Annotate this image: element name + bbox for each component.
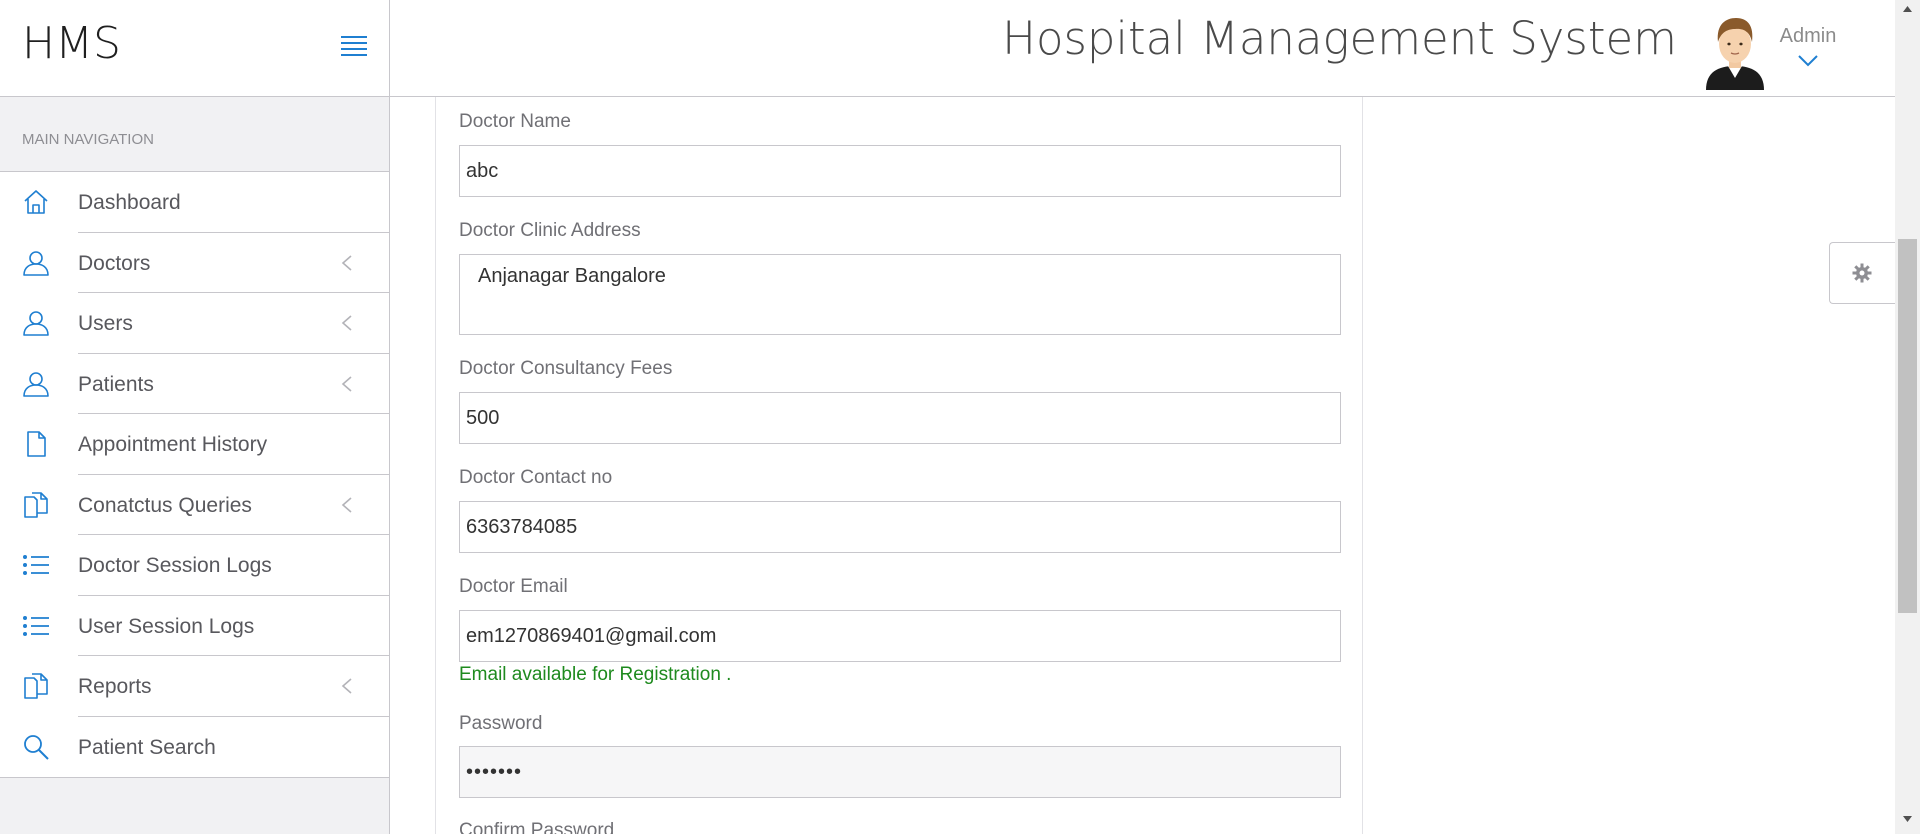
chevron-left-icon xyxy=(341,678,352,694)
user-icon xyxy=(23,311,49,336)
contact-no-input[interactable] xyxy=(459,501,1341,553)
sidebar-item-doctor-session-logs[interactable]: Doctor Session Logs xyxy=(0,535,389,596)
sidebar-item-label: Patients xyxy=(78,372,154,396)
sidebar-item-reports[interactable]: Reports xyxy=(0,656,389,717)
consultancy-fees-input[interactable] xyxy=(459,392,1341,444)
brand-bar: HMS xyxy=(0,0,390,97)
doctor-email-label: Doctor Email xyxy=(459,576,568,597)
chevron-left-icon xyxy=(341,315,352,331)
email-availability-status: Email available for Registration . xyxy=(459,664,732,685)
sidebar-item-label: Dashboard xyxy=(78,191,181,214)
confirm-password-label: Confirm Password xyxy=(459,820,615,834)
sidebar-item-label: Conatctus Queries xyxy=(78,493,252,517)
settings-toggle[interactable] xyxy=(1829,242,1895,304)
clinic-address-label: Doctor Clinic Address xyxy=(459,220,641,241)
scrollbar-thumb[interactable] xyxy=(1898,239,1917,613)
chevron-left-icon xyxy=(341,375,352,392)
sidebar: MAIN NAVIGATION Dashboard Doctors Users xyxy=(0,97,390,834)
sidebar-item-user-session-logs[interactable]: User Session Logs xyxy=(0,596,389,656)
doctor-name-input[interactable] xyxy=(459,145,1341,197)
sidebar-item-label: Appointment History xyxy=(78,433,268,456)
page-scrollbar[interactable] xyxy=(1895,0,1920,834)
doctor-email-input[interactable] xyxy=(459,610,1341,662)
password-input[interactable] xyxy=(459,746,1341,798)
password-label: Password xyxy=(459,713,543,734)
chevron-left-icon xyxy=(341,254,352,271)
sidebar-nav: Dashboard Doctors Users Patients Appoint… xyxy=(0,171,389,778)
sidebar-item-label: Doctors xyxy=(78,251,151,275)
main-content: Doctor Name Doctor Clinic Address Anjana… xyxy=(391,97,1895,834)
app-logo[interactable]: HMS xyxy=(22,18,121,69)
sidebar-item-contactus-queries[interactable]: Conatctus Queries xyxy=(0,475,389,535)
sidebar-item-label: Doctor Session Logs xyxy=(78,554,272,577)
files-icon xyxy=(24,673,48,699)
chevron-left-icon xyxy=(341,496,352,513)
sidebar-item-patients[interactable]: Patients xyxy=(0,354,389,414)
sidebar-item-label: User Session Logs xyxy=(78,614,255,638)
sidebar-item-label: Patient Search xyxy=(78,735,216,759)
consultancy-fees-label: Doctor Consultancy Fees xyxy=(459,358,673,379)
sidebar-item-label: Users xyxy=(78,312,133,335)
list-icon xyxy=(23,615,49,636)
scroll-up-arrow-icon[interactable] xyxy=(1903,6,1912,12)
sidebar-item-label: Reports xyxy=(78,675,152,698)
list-icon xyxy=(23,555,49,575)
form-panel xyxy=(435,97,1363,834)
home-icon xyxy=(24,190,48,214)
contact-no-label: Doctor Contact no xyxy=(459,467,613,488)
clinic-address-textarea[interactable]: Anjanagar Bangalore xyxy=(459,254,1341,335)
user-icon xyxy=(23,371,49,397)
chevron-down-icon[interactable] xyxy=(1796,52,1820,68)
scroll-down-arrow-icon[interactable] xyxy=(1903,816,1912,822)
user-icon xyxy=(23,250,49,276)
sidebar-item-users[interactable]: Users xyxy=(0,293,389,354)
user-name[interactable]: Admin xyxy=(1768,25,1848,48)
page-title: Hospital Management System xyxy=(1002,12,1677,65)
doctor-name-label: Doctor Name xyxy=(459,111,571,132)
sidebar-item-appointment-history[interactable]: Appointment History xyxy=(0,414,389,475)
hamburger-icon[interactable] xyxy=(340,35,368,57)
files-icon xyxy=(24,491,48,518)
search-icon xyxy=(24,734,49,760)
gear-icon xyxy=(1852,263,1872,283)
admin-avatar[interactable] xyxy=(1702,14,1768,90)
file-icon xyxy=(27,431,46,457)
sidebar-item-doctors[interactable]: Doctors xyxy=(0,233,389,293)
sidebar-item-dashboard[interactable]: Dashboard xyxy=(0,172,389,233)
top-navbar: Hospital Management System Admin xyxy=(390,0,1895,97)
sidebar-heading: MAIN NAVIGATION xyxy=(22,131,154,148)
sidebar-item-patient-search[interactable]: Patient Search xyxy=(0,717,389,778)
